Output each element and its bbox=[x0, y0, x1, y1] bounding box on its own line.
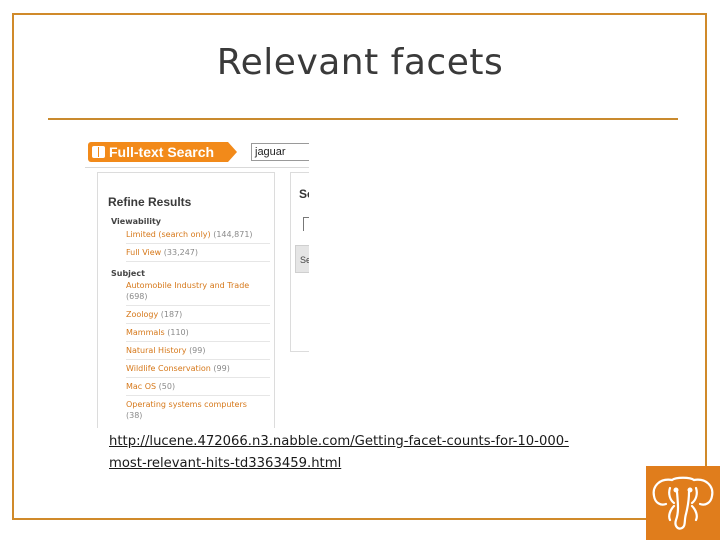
refine-results-sidebar: Refine Results Viewability Limited (sear… bbox=[97, 172, 275, 428]
facet-label: Full View bbox=[126, 248, 162, 257]
search-header: Full-text Search jaguar bbox=[85, 138, 309, 168]
source-link-line2[interactable]: most-relevant-hits-td3363459.html bbox=[109, 456, 341, 471]
facet-group-subject: Subject bbox=[111, 269, 145, 278]
facet-count: (99) bbox=[213, 364, 230, 373]
facet-mac-os[interactable]: Mac OS (50) bbox=[126, 381, 270, 396]
source-link[interactable]: http://lucene.472066.n3.nabble.com/Getti… bbox=[109, 431, 669, 475]
checkbox[interactable] bbox=[303, 217, 309, 231]
results-heading: Se bbox=[299, 187, 309, 201]
facet-count: (698) bbox=[126, 292, 148, 301]
elephant-logo-graphic bbox=[652, 476, 714, 530]
facet-count: (187) bbox=[160, 310, 183, 319]
facet-label: Wildlife Conservation bbox=[126, 364, 211, 373]
facet-count: (33,247) bbox=[163, 248, 198, 257]
facet-count: (144,871) bbox=[213, 230, 253, 239]
results-panel: Se Se bbox=[290, 172, 309, 352]
refine-results-title: Refine Results bbox=[108, 195, 192, 209]
results-button[interactable]: Se bbox=[295, 245, 309, 273]
facet-natural-history[interactable]: Natural History (99) bbox=[126, 345, 270, 360]
facet-zoology[interactable]: Zoology (187) bbox=[126, 309, 270, 324]
arrow-icon bbox=[228, 142, 237, 162]
elephant-logo-icon bbox=[646, 466, 720, 540]
source-link-line1[interactable]: http://lucene.472066.n3.nabble.com/Getti… bbox=[109, 434, 569, 449]
facet-operating-systems[interactable]: Operating systems computers (38) bbox=[126, 399, 270, 424]
book-icon bbox=[92, 146, 105, 158]
facet-mammals[interactable]: Mammals (110) bbox=[126, 327, 270, 342]
facet-count: (38) bbox=[126, 411, 143, 420]
facet-count: (50) bbox=[158, 382, 176, 391]
slide-title: Relevant facets bbox=[216, 42, 504, 83]
facet-automobile-industry[interactable]: Automobile Industry and Trade (698) bbox=[126, 280, 270, 306]
facet-wildlife-conservation[interactable]: Wildlife Conservation (99) bbox=[126, 363, 270, 378]
facet-limited-search-only[interactable]: Limited (search only) (144,871) bbox=[126, 229, 270, 244]
facet-count: (99) bbox=[189, 346, 206, 355]
facet-count: (110) bbox=[167, 328, 189, 337]
facet-label: Mac OS bbox=[126, 382, 157, 391]
search-input[interactable]: jaguar bbox=[251, 143, 309, 161]
embedded-screenshot: Full-text Search jaguar Refine Results V… bbox=[85, 138, 309, 428]
facet-label: Operating systems computers bbox=[126, 400, 247, 409]
facet-label: Zoology bbox=[126, 310, 159, 319]
facet-group-viewability: Viewability bbox=[111, 217, 161, 226]
facet-label: Automobile Industry and Trade bbox=[126, 281, 250, 290]
facet-label: Limited (search only) bbox=[126, 230, 211, 239]
facet-label: Natural History bbox=[126, 346, 187, 355]
header-divider bbox=[85, 167, 309, 168]
facet-label: Mammals bbox=[126, 328, 165, 337]
full-text-search-label[interactable]: Full-text Search bbox=[88, 142, 228, 162]
title-divider bbox=[48, 118, 678, 120]
facet-full-view[interactable]: Full View (33,247) bbox=[126, 247, 270, 262]
